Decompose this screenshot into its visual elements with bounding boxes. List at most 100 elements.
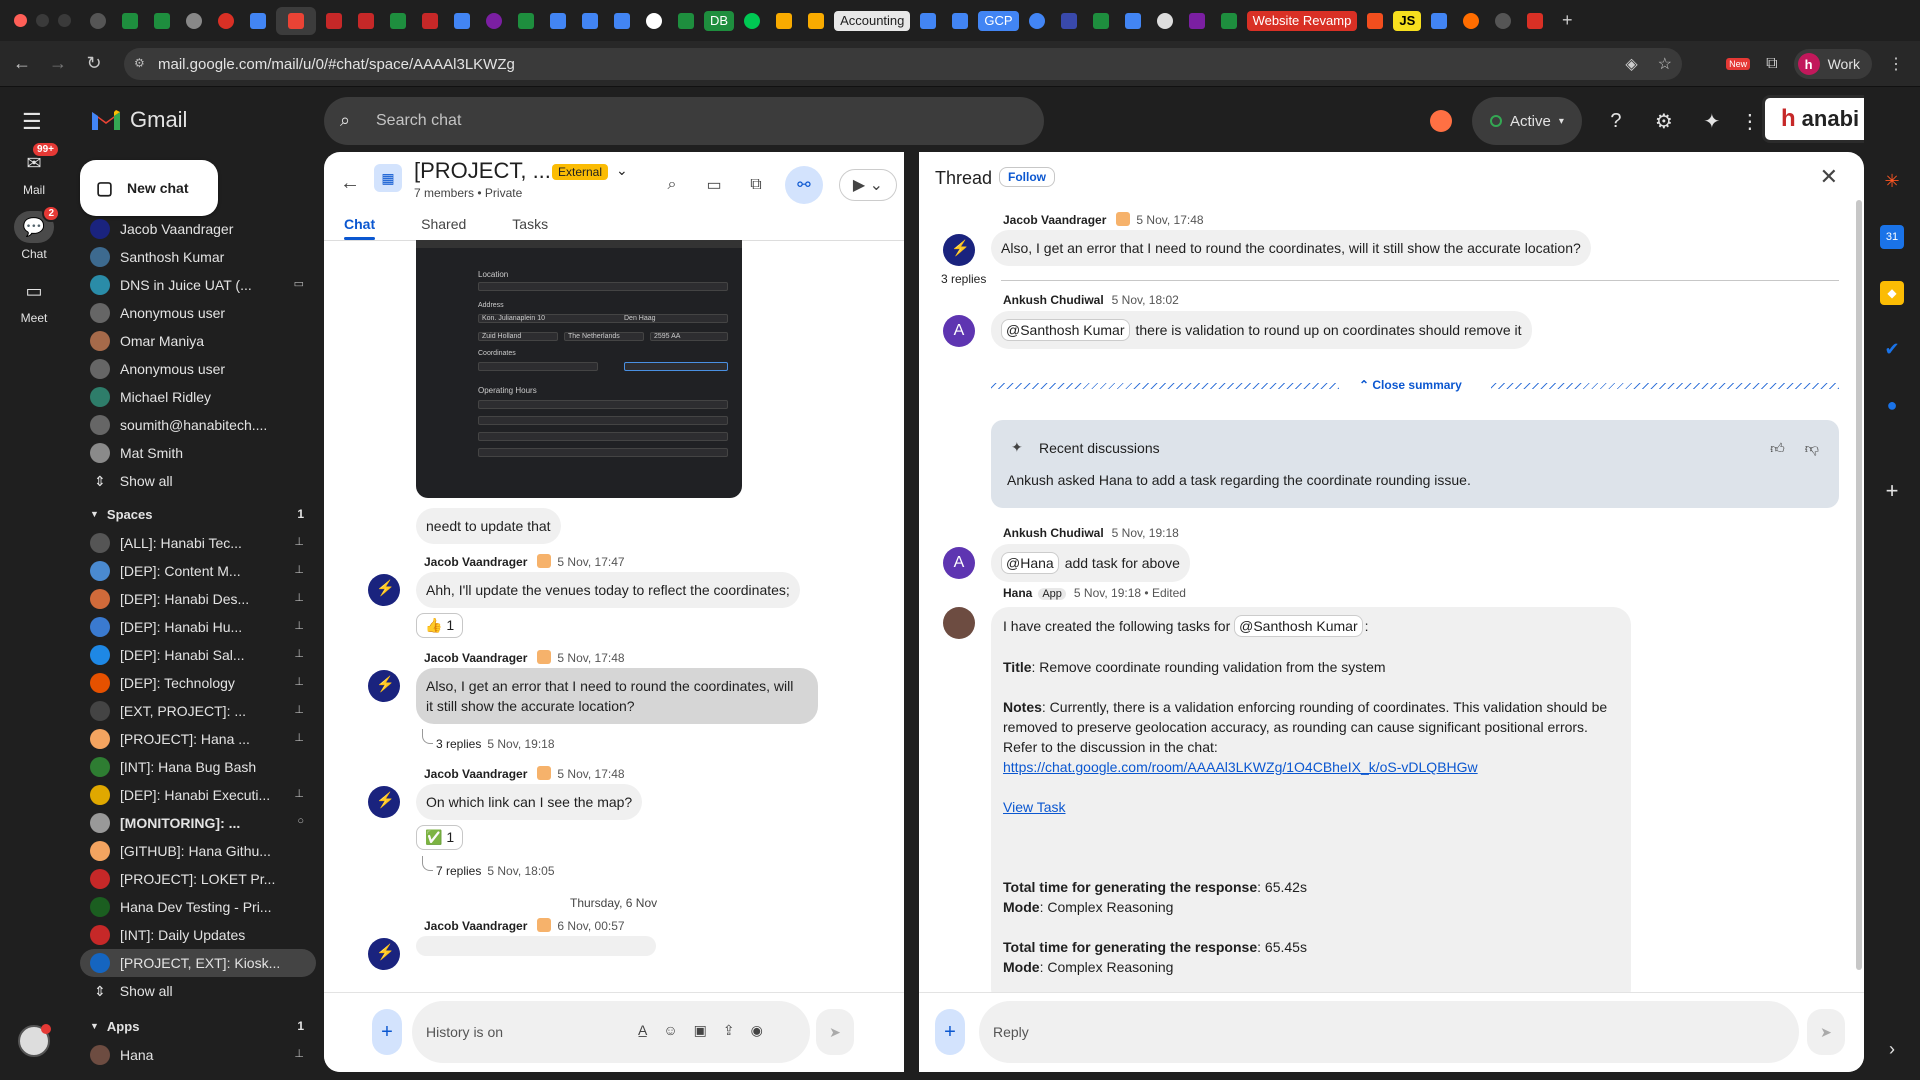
- sender-avatar[interactable]: [943, 234, 975, 266]
- gemini-sparkle-icon[interactable]: ✦: [1698, 107, 1726, 135]
- sender-avatar[interactable]: A: [943, 315, 975, 347]
- rail-chat[interactable]: 💬 2 Chat: [0, 205, 68, 261]
- show-all-dms-button[interactable]: ⇕ Show all: [80, 467, 316, 495]
- space-item[interactable]: [DEP]: Hanabi Executi... ⊥: [80, 781, 316, 809]
- dm-item[interactable]: Michael Ridley: [80, 383, 316, 411]
- dm-item[interactable]: Santhosh Kumar: [80, 243, 316, 271]
- message-bubble-selected[interactable]: Also, I get an error that I need to roun…: [416, 668, 818, 724]
- browser-tab-gcp[interactable]: GCP: [978, 10, 1019, 31]
- mention-chip[interactable]: @Hana: [1001, 552, 1059, 574]
- pin-icon[interactable]: ⊥: [294, 591, 304, 604]
- mention-chip[interactable]: @Santhosh Kumar: [1001, 319, 1130, 341]
- browser-tab[interactable]: [320, 7, 348, 35]
- emoji-icon[interactable]: ☺: [663, 1022, 677, 1039]
- show-all-spaces-button[interactable]: ⇕ Show all: [80, 977, 316, 1005]
- video-meeting-icon[interactable]: ▭: [294, 277, 304, 290]
- browser-tab[interactable]: [448, 7, 476, 35]
- pin-icon[interactable]: ⊥: [294, 675, 304, 688]
- back-icon[interactable]: ←: [4, 46, 40, 82]
- new-badge[interactable]: New: [1726, 58, 1751, 70]
- new-chat-button[interactable]: ▢ New chat: [80, 160, 218, 216]
- thread-reply[interactable]: @Santhosh Kumar there is validation to ro…: [991, 311, 1532, 349]
- pin-icon[interactable]: ⊥: [294, 787, 304, 800]
- sender-avatar[interactable]: [368, 938, 400, 970]
- reaction-chip[interactable]: ✅ 1: [416, 825, 464, 850]
- space-item[interactable]: [DEP]: Hanabi Des... ⊥: [80, 585, 316, 613]
- message-bubble[interactable]: Ahh, I'll update the venues today to ref…: [416, 572, 800, 608]
- space-item[interactable]: [PROJECT, EXT]: Kiosk...: [80, 949, 316, 977]
- space-item[interactable]: [PROJECT]: LOKET Pr...: [80, 865, 316, 893]
- search-in-chat-icon[interactable]: ⌕: [659, 172, 685, 198]
- thread-root-message[interactable]: Also, I get an error that I need to roun…: [991, 230, 1591, 266]
- minimize-window-button[interactable]: [36, 14, 49, 27]
- follow-button[interactable]: Follow: [999, 167, 1055, 187]
- space-item[interactable]: [INT]: Daily Updates: [80, 921, 316, 949]
- forward-icon[interactable]: →: [40, 46, 76, 82]
- thumbs-up-icon[interactable]: 👍︎: [1770, 440, 1785, 457]
- mention-chip[interactable]: @Santhosh Kumar: [1234, 615, 1363, 637]
- dm-item[interactable]: Mat Smith: [80, 439, 316, 467]
- pin-icon[interactable]: ⊥: [294, 1047, 304, 1060]
- close-summary-button[interactable]: ⌃ Close summary: [1359, 378, 1462, 392]
- space-item[interactable]: [EXT, PROJECT]: ... ⊥: [80, 697, 316, 725]
- maximize-window-button[interactable]: [58, 14, 71, 27]
- pin-icon[interactable]: ⊥: [294, 563, 304, 576]
- settings-gear-icon[interactable]: ⚙: [1650, 107, 1678, 135]
- sender-avatar[interactable]: [368, 670, 400, 702]
- browser-tab[interactable]: [116, 7, 144, 35]
- dm-item[interactable]: soumith@hanabitech....: [80, 411, 316, 439]
- send-reply-button[interactable]: ➤: [1807, 1009, 1845, 1055]
- browser-tab[interactable]: [1457, 7, 1485, 35]
- record-video-icon[interactable]: ◉: [751, 1022, 763, 1039]
- add-attachment-icon[interactable]: +: [372, 1009, 402, 1055]
- status-dropdown[interactable]: Active ▾: [1472, 97, 1582, 145]
- spaces-section-header[interactable]: ▼ Spaces 1: [80, 499, 316, 529]
- unread-indicator-icon[interactable]: ○: [297, 815, 304, 827]
- message-bubble[interactable]: needt to update that: [416, 508, 561, 544]
- browser-tab[interactable]: [352, 7, 380, 35]
- app-item[interactable]: Hana ⊥: [80, 1041, 316, 1069]
- members-count[interactable]: 7 members: [414, 186, 474, 200]
- space-item[interactable]: Hana Dev Testing - Pri...: [80, 893, 316, 921]
- tab-shared[interactable]: Shared: [421, 216, 466, 232]
- browser-tab[interactable]: [914, 7, 942, 35]
- install-icon[interactable]: ◈: [1625, 54, 1637, 74]
- browser-tab[interactable]: [1489, 7, 1517, 35]
- space-item[interactable]: [DEP]: Technology ⊥: [80, 669, 316, 697]
- browser-tab[interactable]: [1119, 7, 1147, 35]
- browser-tab[interactable]: [576, 7, 604, 35]
- view-task-link[interactable]: View Task: [1003, 799, 1066, 815]
- browser-tab[interactable]: [416, 7, 444, 35]
- browser-tab-js[interactable]: JS: [1393, 10, 1422, 31]
- thread-replies-link[interactable]: 3 replies 5 Nov, 19:18: [422, 729, 555, 751]
- dm-item[interactable]: Jacob Vaandrager: [80, 215, 316, 243]
- video-call-icon[interactable]: ▶ ⌄: [839, 169, 897, 201]
- chat-message-link[interactable]: https://chat.google.com/room/AAAAl3LKWZg…: [1003, 759, 1478, 775]
- browser-tab[interactable]: [608, 7, 636, 35]
- dm-item[interactable]: Anonymous user: [80, 299, 316, 327]
- browser-tab-website-revamp[interactable]: Website Revamp: [1246, 10, 1358, 31]
- browser-tab[interactable]: [640, 7, 668, 35]
- browser-tab-accounting[interactable]: Accounting: [834, 10, 911, 31]
- thread-view-icon[interactable]: ⚯: [785, 166, 823, 204]
- open-in-new-window-icon[interactable]: ⧉: [743, 172, 769, 198]
- sender-avatar[interactable]: [368, 786, 400, 818]
- browser-tab-db[interactable]: DB: [704, 10, 735, 31]
- profile-button[interactable]: h Work: [1793, 49, 1872, 79]
- hana-response-message[interactable]: I have created the following tasks for @…: [991, 607, 1631, 1007]
- browser-tab[interactable]: [244, 7, 272, 35]
- hana-extension-icon[interactable]: [1430, 110, 1452, 132]
- screenshot-attachment[interactable]: Location Address Kon. Julianaplein 10 De…: [416, 240, 742, 498]
- browser-tab[interactable]: [1151, 7, 1179, 35]
- expand-panel-icon[interactable]: ›: [1880, 1037, 1904, 1061]
- apps-section-header[interactable]: ▼ Apps 1: [80, 1011, 316, 1041]
- browser-tab[interactable]: [946, 7, 974, 35]
- upload-icon[interactable]: ⇪: [723, 1022, 735, 1039]
- browser-tab[interactable]: [1521, 7, 1549, 35]
- main-menu-icon[interactable]: ☰: [22, 109, 42, 135]
- browser-tab[interactable]: [1183, 7, 1211, 35]
- message-bubble[interactable]: On which link can I see the map?: [416, 784, 643, 820]
- thread-reply[interactable]: @Hana add task for above: [991, 544, 1190, 582]
- browser-tab-active[interactable]: [276, 6, 316, 35]
- pin-icon[interactable]: ⊥: [294, 619, 304, 632]
